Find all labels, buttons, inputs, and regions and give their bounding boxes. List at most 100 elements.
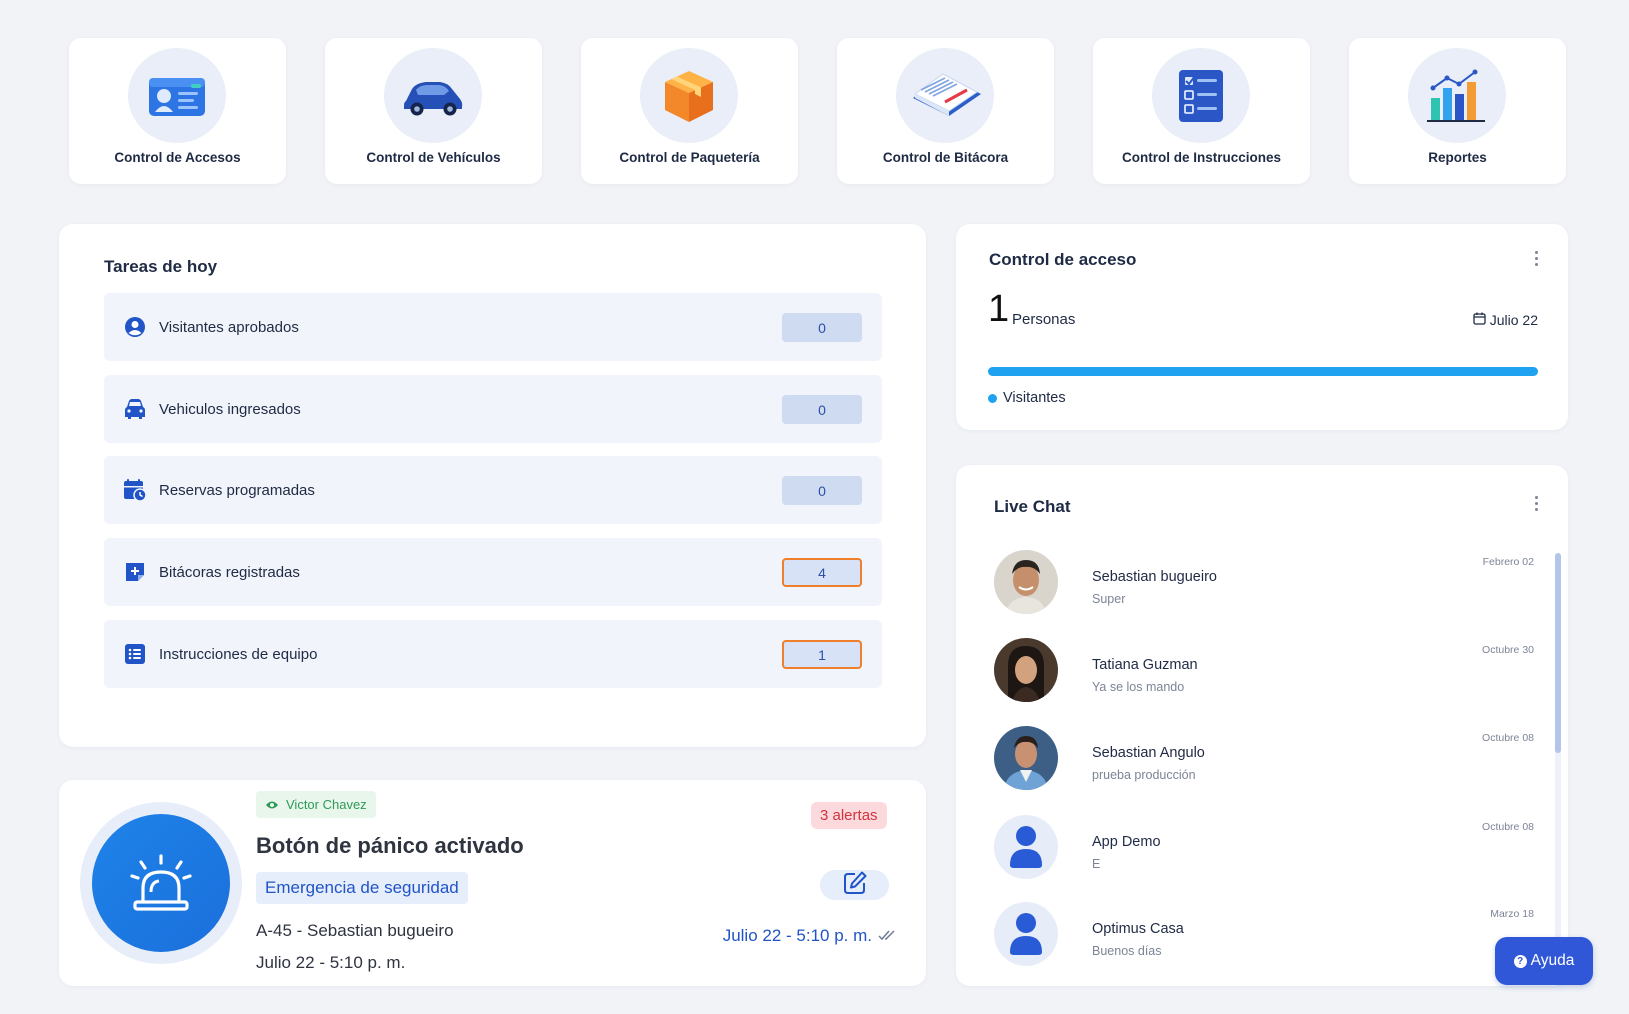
- car-icon: [384, 48, 482, 143]
- dashboard: Control de Accesos Control de Vehículos: [2, 2, 1627, 1012]
- tile-control-bitacora[interactable]: Control de Bitácora: [837, 38, 1054, 184]
- access-title: Control de acceso: [989, 250, 1137, 269]
- task-label: Instrucciones de equipo: [159, 645, 318, 663]
- chat-item[interactable]: Tatiana Guzman Ya se los mando Octubre 3…: [994, 638, 1534, 706]
- avatar: [994, 726, 1058, 790]
- task-vehiculos-ingresados[interactable]: Vehiculos ingresados 0: [104, 375, 882, 443]
- access-date-text: Julio 22: [1489, 312, 1538, 328]
- chat-item[interactable]: Sebastian Angulo prueba producción Octub…: [994, 726, 1534, 794]
- task-label: Reservas programadas: [159, 481, 315, 499]
- tile-label: Control de Instrucciones: [1121, 150, 1282, 165]
- unit-and-person: A-45 - Sebastian bugueiro: [256, 921, 454, 940]
- task-label: Vehiculos ingresados: [159, 400, 301, 418]
- more-options-icon[interactable]: [1526, 491, 1546, 515]
- avatar: [994, 638, 1058, 702]
- car-front-icon: [123, 397, 147, 421]
- contact-name: App Demo: [1092, 834, 1161, 850]
- task-reservas-programadas[interactable]: Reservas programadas 0: [104, 456, 882, 524]
- legend-dot: [988, 393, 997, 403]
- access-control-card: Control de acceso 1 Personas Julio 22 Vi…: [956, 224, 1568, 430]
- chat-title: Live Chat: [994, 497, 1071, 516]
- tasks-title: Tareas de hoy: [104, 257, 218, 276]
- eye-icon: [265, 798, 279, 813]
- calendar-icon: [1473, 312, 1486, 328]
- list-icon: [123, 642, 147, 666]
- help-button[interactable]: ? Ayuda: [1495, 937, 1593, 985]
- default-avatar-icon: [994, 815, 1058, 879]
- task-count-badge: 0: [782, 313, 862, 342]
- task-count-badge: 0: [782, 476, 862, 505]
- help-label: Ayuda: [1530, 952, 1575, 969]
- id-card-icon: [128, 48, 226, 143]
- task-instrucciones-equipo[interactable]: Instrucciones de equipo 1: [104, 620, 882, 688]
- tile-label: Reportes: [1428, 150, 1487, 165]
- checklist-icon: [1152, 48, 1250, 143]
- tile-control-accesos[interactable]: Control de Accesos: [69, 38, 286, 184]
- visitors-progress-bar: [988, 367, 1538, 376]
- message-date: Octubre 08: [1482, 821, 1534, 833]
- access-date: Julio 22: [1473, 312, 1538, 328]
- more-options-icon[interactable]: [1526, 246, 1546, 270]
- task-count-badge: 0: [782, 395, 862, 424]
- user-circle-icon: [123, 315, 147, 339]
- contact-name: Optimus Casa: [1092, 921, 1184, 937]
- panic-timestamp: Julio 22 - 5:10 p. m.: [723, 926, 896, 946]
- chat-scrollbar[interactable]: [1555, 553, 1561, 983]
- question-icon: ?: [1513, 954, 1527, 968]
- tile-reportes[interactable]: Reportes: [1349, 38, 1566, 184]
- viewer-tag: Victor Chavez: [256, 791, 376, 818]
- contact-name: Sebastian bugueiro: [1092, 569, 1217, 585]
- last-message: prueba producción: [1092, 768, 1196, 782]
- last-message: E: [1092, 857, 1101, 871]
- tile-label: Control de Accesos: [114, 150, 241, 165]
- bar-chart-icon: [1408, 48, 1506, 143]
- siren-icon: [92, 814, 230, 952]
- tile-label: Control de Paquetería: [619, 150, 760, 165]
- add-note-icon: [123, 560, 147, 584]
- legend-label: Visitantes: [1003, 390, 1066, 406]
- edit-button[interactable]: [820, 870, 889, 900]
- logbook-icon: [896, 48, 994, 143]
- contact-name: Sebastian Angulo: [1092, 745, 1205, 761]
- calendar-clock-icon: [123, 478, 147, 502]
- chat-item[interactable]: Optimus Casa Buenos días Marzo 18: [994, 902, 1534, 970]
- shortcut-tiles: Control de Accesos Control de Vehículos: [69, 38, 1566, 184]
- viewer-name: Victor Chavez: [286, 797, 367, 812]
- tile-label: Control de Vehículos: [366, 150, 501, 165]
- last-message: Ya se los mando: [1092, 680, 1185, 694]
- task-count-badge: 1: [782, 640, 862, 669]
- task-bitacoras-registradas[interactable]: Bitácoras registradas 4: [104, 538, 882, 606]
- timestamp-text: Julio 22 - 5:10 p. m.: [722, 926, 872, 945]
- tile-control-vehiculos[interactable]: Control de Vehículos: [325, 38, 542, 184]
- emergency-type-tag: Emergencia de seguridad: [256, 872, 468, 904]
- panic-datetime: Julio 22 - 5:10 p. m.: [256, 953, 406, 972]
- people-unit: Personas: [1012, 311, 1076, 328]
- task-visitantes-aprobados[interactable]: Visitantes aprobados 0: [104, 293, 882, 361]
- contact-name: Tatiana Guzman: [1092, 657, 1198, 673]
- task-label: Bitácoras registradas: [159, 563, 300, 581]
- live-chat-card: Live Chat Sebastian bugueiro Super Febre…: [956, 465, 1568, 986]
- last-message: Super: [1092, 592, 1126, 606]
- tile-label: Control de Bitácora: [882, 150, 1009, 165]
- panic-alert-card[interactable]: Victor Chavez Botón de pánico activado E…: [59, 780, 926, 986]
- task-label: Visitantes aprobados: [159, 318, 299, 336]
- chat-scrollbar-thumb[interactable]: [1555, 553, 1561, 753]
- alerts-count-badge: 3 alertas: [811, 802, 887, 829]
- message-date: Marzo 18: [1490, 908, 1534, 920]
- double-check-icon: [878, 926, 896, 946]
- message-date: Octubre 08: [1482, 732, 1534, 744]
- message-date: Febrero 02: [1482, 556, 1534, 568]
- visitors-legend: Visitantes: [988, 390, 1066, 406]
- tile-control-instrucciones[interactable]: Control de Instrucciones: [1093, 38, 1310, 184]
- package-icon: [640, 48, 738, 143]
- avatar: [994, 550, 1058, 614]
- visitors-progress-fill: [988, 367, 1538, 376]
- edit-icon: [843, 871, 867, 900]
- tile-control-paqueteria[interactable]: Control de Paquetería: [581, 38, 798, 184]
- panic-title: Botón de pánico activado: [256, 833, 524, 858]
- default-avatar-icon: [994, 902, 1058, 966]
- chat-item[interactable]: Sebastian bugueiro Super Febrero 02: [994, 550, 1534, 618]
- chat-item[interactable]: App Demo E Octubre 08: [994, 815, 1534, 883]
- last-message: Buenos días: [1092, 944, 1162, 958]
- people-count: 1: [988, 288, 1010, 330]
